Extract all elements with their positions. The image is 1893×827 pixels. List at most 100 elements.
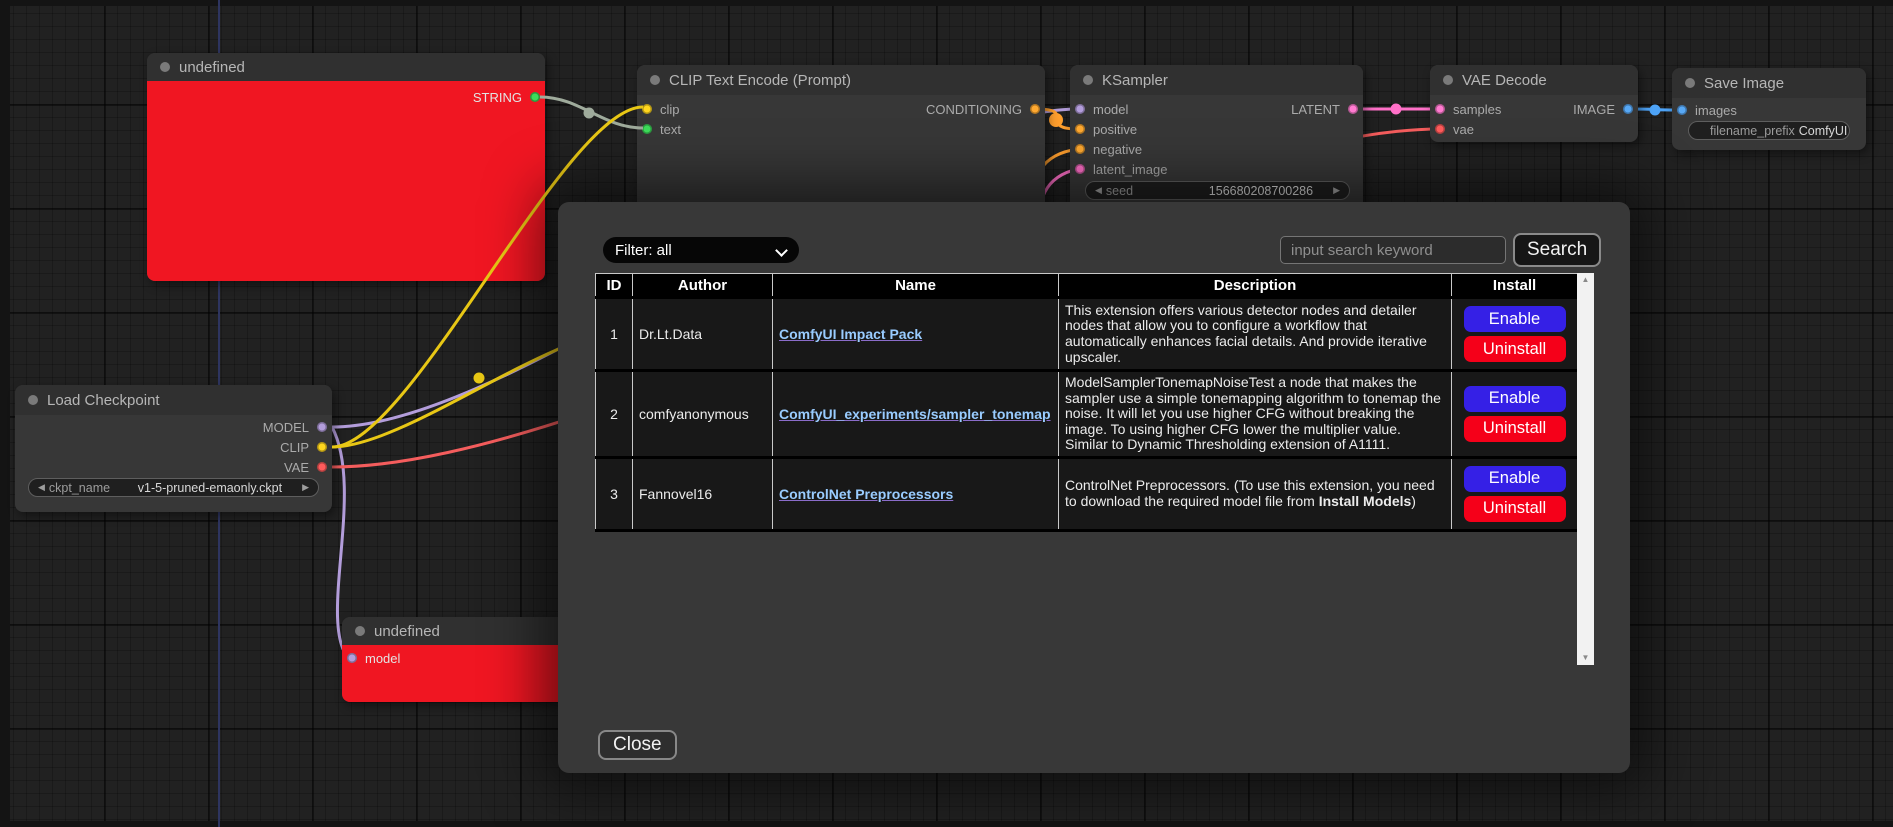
slot-dot-icon[interactable] <box>1075 124 1085 134</box>
output-slot-VAE[interactable]: VAE <box>284 460 327 474</box>
search-button[interactable]: Search <box>1513 233 1601 267</box>
cell-id: 3 <box>596 457 633 530</box>
slot-dot-icon[interactable] <box>317 462 327 472</box>
node-ksampler[interactable]: KSampler model positive negative latent_imag… <box>1070 65 1363 215</box>
output-slot-CONDITIONING[interactable]: CONDITIONING <box>926 102 1040 116</box>
slot-label: samples <box>1453 102 1501 117</box>
extension-link[interactable]: ComfyUI Impact Pack <box>779 326 922 342</box>
table-header-row: IDAuthorNameDescriptionInstall <box>596 274 1578 298</box>
widget-ckpt_name[interactable]: ◀ ckpt_name v1-5-pruned-emaonly.ckpt ▶ <box>28 478 319 497</box>
cell-description: This extension offers various detector n… <box>1059 298 1452 371</box>
slot-dot-icon[interactable] <box>1075 104 1085 114</box>
input-slot-positive[interactable]: positive <box>1075 122 1137 136</box>
wire-dot-icon <box>1391 104 1402 115</box>
collapse-dot-icon[interactable] <box>1443 75 1453 85</box>
node-title[interactable]: Save Image <box>1672 68 1866 98</box>
collapse-dot-icon[interactable] <box>355 626 365 636</box>
slot-dot-icon[interactable] <box>530 92 540 102</box>
error-node-body <box>147 81 545 281</box>
collapse-dot-icon[interactable] <box>28 395 38 405</box>
table-header-author: Author <box>633 274 773 298</box>
stepper-left-icon[interactable]: ◀ <box>1095 185 1102 196</box>
node-title[interactable]: CLIP Text Encode (Prompt) <box>637 65 1045 95</box>
output-slot-STRING[interactable]: STRING <box>473 90 540 104</box>
output-slot-LATENT[interactable]: LATENT <box>1291 102 1358 116</box>
slot-dot-icon[interactable] <box>317 422 327 432</box>
slot-dot-icon[interactable] <box>1677 105 1687 115</box>
filter-select[interactable]: Filter: all <box>603 237 799 263</box>
table-header-id: ID <box>596 274 633 298</box>
slot-dot-icon[interactable] <box>317 442 327 452</box>
widget-value: v1-5-pruned-emaonly.ckpt <box>138 481 282 495</box>
node-title[interactable]: KSampler <box>1070 65 1363 95</box>
uninstall-button[interactable]: Uninstall <box>1464 416 1566 442</box>
slot-label: CLIP <box>280 440 309 455</box>
output-slot-MODEL[interactable]: MODEL <box>263 420 327 434</box>
table-header-install: Install <box>1452 274 1578 298</box>
slot-dot-icon[interactable] <box>1348 104 1358 114</box>
node-title-label: KSampler <box>1102 72 1168 89</box>
input-slot-latent_image[interactable]: latent_image <box>1075 162 1167 176</box>
node-save-image[interactable]: Save Image images filename_prefixComfyUI <box>1672 68 1866 150</box>
scroll-down-icon[interactable]: ▼ <box>1582 651 1590 665</box>
slot-label: CONDITIONING <box>926 102 1022 117</box>
enable-button[interactable]: Enable <box>1464 466 1566 492</box>
input-slot-images[interactable]: images <box>1677 103 1737 117</box>
extension-manager-dialog: Filter: all Search IDAuthorNameDescripti… <box>558 202 1630 773</box>
cell-name: ControlNet Preprocessors <box>773 457 1059 530</box>
output-slot-IMAGE[interactable]: IMAGE <box>1573 102 1633 116</box>
uninstall-button[interactable]: Uninstall <box>1464 496 1566 522</box>
table-header-description: Description <box>1059 274 1452 298</box>
widget-filename_prefix[interactable]: filename_prefixComfyUI <box>1688 121 1850 140</box>
slot-dot-icon[interactable] <box>1623 104 1633 114</box>
stepper-right-icon[interactable]: ▶ <box>1333 185 1340 196</box>
slot-dot-icon[interactable] <box>347 653 357 663</box>
extension-row: 1Dr.Lt.DataComfyUI Impact PackThis exten… <box>596 298 1578 371</box>
extension-link[interactable]: ControlNet Preprocessors <box>779 486 953 502</box>
input-slot-vae[interactable]: vae <box>1435 122 1474 136</box>
slot-dot-icon[interactable] <box>1435 104 1445 114</box>
widget-seed[interactable]: ◀seed156680208700286▶ <box>1085 181 1350 200</box>
scroll-up-icon[interactable]: ▲ <box>1582 273 1590 287</box>
node-title[interactable]: VAE Decode <box>1430 65 1638 95</box>
node-vae-decode[interactable]: VAE Decode samples vae IMAGE <box>1430 65 1638 142</box>
input-slot-text[interactable]: text <box>642 122 681 136</box>
slot-label: positive <box>1093 122 1137 137</box>
close-button[interactable]: Close <box>598 730 677 760</box>
stepper-right-icon[interactable]: ▶ <box>302 482 309 493</box>
collapse-dot-icon[interactable] <box>650 75 660 85</box>
collapse-dot-icon[interactable] <box>1083 75 1093 85</box>
output-slot-CLIP[interactable]: CLIP <box>280 440 327 454</box>
cell-install: Enable Uninstall <box>1452 371 1578 458</box>
collapse-dot-icon[interactable] <box>160 62 170 72</box>
wire-dot-icon <box>1049 113 1063 127</box>
widget-label: ckpt_name <box>49 481 110 495</box>
node-title[interactable]: Load Checkpoint <box>15 385 332 415</box>
input-slot-clip[interactable]: clip <box>642 102 680 116</box>
comfyui-canvas: { "canvas": { "axis_color": "#2e3560", "… <box>0 0 1893 827</box>
node-load-checkpoint[interactable]: Load Checkpoint MODEL CLIP VAE ◀ ckpt_name v1-… <box>15 385 332 512</box>
enable-button[interactable]: Enable <box>1464 386 1566 412</box>
node-undefined-top[interactable]: undefined STRING <box>147 53 545 281</box>
slot-dot-icon[interactable] <box>642 124 652 134</box>
input-slot-negative[interactable]: negative <box>1075 142 1142 156</box>
collapse-dot-icon[interactable] <box>1685 78 1695 88</box>
stepper-left-icon[interactable]: ◀ <box>38 482 45 493</box>
input-slot-model[interactable]: model <box>347 651 400 665</box>
slot-dot-icon[interactable] <box>1075 164 1085 174</box>
search-input[interactable] <box>1280 236 1506 264</box>
extension-link[interactable]: ComfyUI_experiments/sampler_tonemap <box>779 406 1051 422</box>
slot-dot-icon[interactable] <box>1075 144 1085 154</box>
input-slot-samples[interactable]: samples <box>1435 102 1501 116</box>
wire-dot-icon <box>1650 105 1661 116</box>
table-scrollbar[interactable]: ▲ ▼ <box>1577 273 1594 665</box>
uninstall-button[interactable]: Uninstall <box>1464 336 1566 362</box>
slot-label: MODEL <box>263 420 309 435</box>
node-title[interactable]: undefined <box>147 53 545 81</box>
enable-button[interactable]: Enable <box>1464 306 1566 332</box>
slot-dot-icon[interactable] <box>1030 104 1040 114</box>
slot-dot-icon[interactable] <box>642 104 652 114</box>
slot-dot-icon[interactable] <box>1435 124 1445 134</box>
input-slot-model[interactable]: model <box>1075 102 1128 116</box>
slot-label: STRING <box>473 90 522 105</box>
